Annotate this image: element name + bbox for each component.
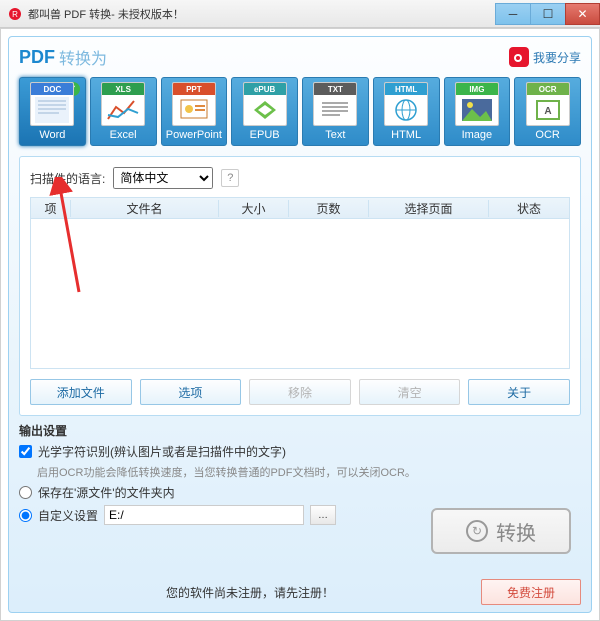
remove-button[interactable]: 移除 <box>249 379 351 405</box>
about-button[interactable]: 关于 <box>468 379 570 405</box>
scan-language-select[interactable]: 简体中文 <box>113 167 213 189</box>
register-button[interactable]: 免费注册 <box>481 579 581 605</box>
convert-icon: ↻ <box>466 520 488 542</box>
ocr-label: 光学字符识别(辨认图片或者是扫描件中的文字) <box>38 443 286 460</box>
clear-button[interactable]: 清空 <box>359 379 461 405</box>
options-button[interactable]: 选项 <box>140 379 242 405</box>
svg-text:A: A <box>544 106 551 117</box>
ocr-checkbox[interactable] <box>19 445 32 458</box>
tile-image[interactable]: IMG Image <box>444 77 511 146</box>
file-table-header: 项 文件名 大小 页数 选择页面 状态 <box>30 197 570 219</box>
help-icon[interactable]: ? <box>221 169 239 187</box>
tile-ocr[interactable]: OCRA OCR <box>514 77 581 146</box>
share-label: 我要分享 <box>533 49 581 66</box>
titlebar: R 都叫兽 PDF 转换- 未授权版本！ ─ ☐ ✕ <box>0 0 600 28</box>
header-subtitle: 转换为 <box>59 45 107 69</box>
custom-path-label: 自定义设置 <box>38 507 98 524</box>
browse-button[interactable]: … <box>310 505 336 525</box>
tile-text[interactable]: TXT Text <box>302 77 369 146</box>
window-maximize-button[interactable]: ☐ <box>530 3 565 25</box>
format-tiles: ✓ DOC Word XLS Excel PPT PowerPoint ePUB… <box>19 77 581 146</box>
weibo-icon <box>509 47 529 67</box>
tile-word[interactable]: ✓ DOC Word <box>19 77 86 146</box>
tile-html[interactable]: HTML HTML <box>373 77 440 146</box>
window-close-button[interactable]: ✕ <box>565 3 600 25</box>
share-link[interactable]: 我要分享 <box>509 47 581 67</box>
header-title: PDF <box>19 47 55 68</box>
tile-excel[interactable]: XLS Excel <box>90 77 157 146</box>
svg-text:R: R <box>12 10 18 19</box>
convert-button[interactable]: ↻ 转换 <box>431 508 571 554</box>
custom-path-radio[interactable] <box>19 509 32 522</box>
output-settings-title: 输出设置 <box>19 422 581 439</box>
save-source-radio[interactable] <box>19 486 32 499</box>
ocr-hint: 启用OCR功能会降低转换速度，当您转换普通的PDF文档时，可以关闭OCR。 <box>37 464 581 480</box>
output-path-input[interactable] <box>104 505 304 525</box>
register-notice: 您的软件尚未注册，请先注册！ <box>19 584 481 601</box>
window-minimize-button[interactable]: ─ <box>495 3 530 25</box>
tile-epub[interactable]: ePUB EPUB <box>231 77 298 146</box>
scan-language-label: 扫描件的语言: <box>30 170 105 187</box>
file-table-body[interactable] <box>30 219 570 369</box>
window-title: 都叫兽 PDF 转换- 未授权版本！ <box>28 6 184 22</box>
app-icon: R <box>8 7 22 21</box>
add-file-button[interactable]: 添加文件 <box>30 379 132 405</box>
save-source-label: 保存在'源文件'的文件夹内 <box>38 484 175 501</box>
tile-powerpoint[interactable]: PPT PowerPoint <box>161 77 228 146</box>
